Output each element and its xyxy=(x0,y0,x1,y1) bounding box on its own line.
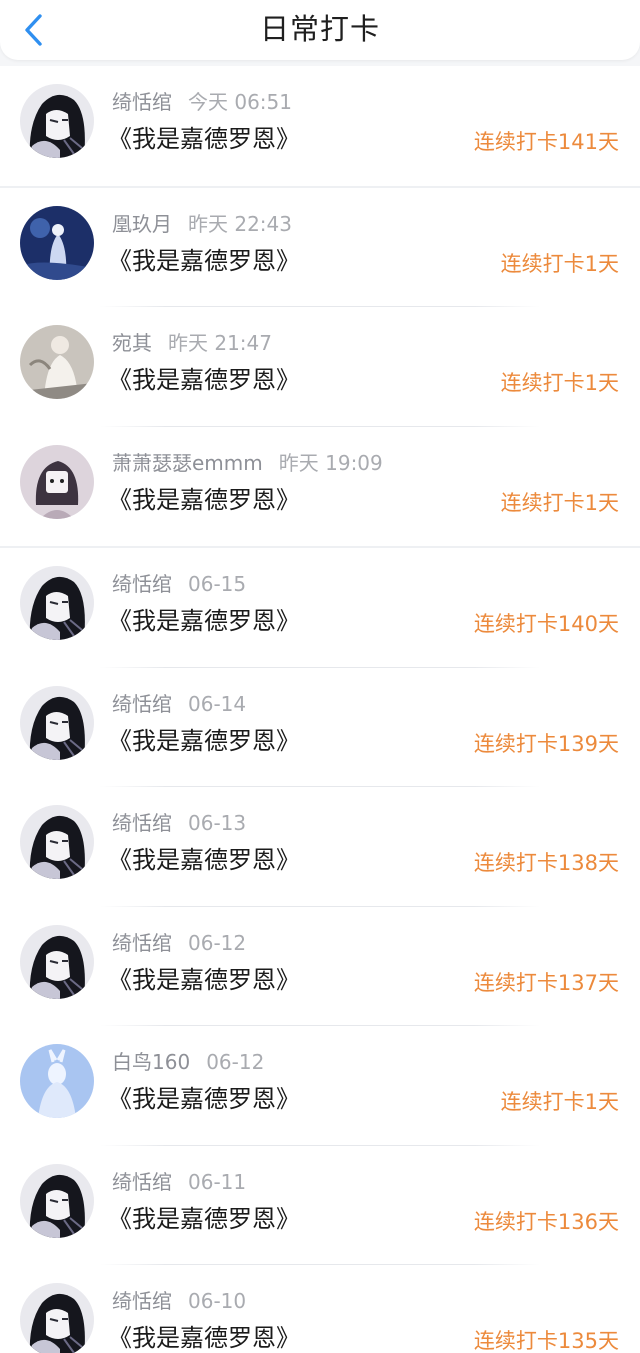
checkin-time: 今天 06:51 xyxy=(188,90,292,114)
avatar-image xyxy=(20,1163,94,1238)
checkin-list: 绮恬绾 今天 06:51 《我是嘉德罗恩》 连续打卡141天 凰玖月 昨天 22:4… xyxy=(0,66,640,1353)
checkin-time: 06-15 xyxy=(188,572,247,596)
book-title[interactable]: 《我是嘉德罗恩》 xyxy=(108,1323,300,1353)
checkin-row[interactable]: 凰玖月 昨天 22:43 《我是嘉德罗恩》 连续打卡1天 xyxy=(0,187,640,307)
checkin-meta: 绮恬绾 06-10 xyxy=(112,1289,246,1313)
streak-count: 连续打卡135天 xyxy=(473,1329,619,1353)
user-name[interactable]: 绮恬绾 xyxy=(112,931,172,955)
book-title[interactable]: 《我是嘉德罗恩》 xyxy=(108,124,300,154)
avatar-image xyxy=(20,84,94,158)
checkin-meta: 白鸟160 06-12 xyxy=(112,1050,264,1074)
streak-count: 连续打卡1天 xyxy=(500,1090,619,1114)
book-title[interactable]: 《我是嘉德罗恩》 xyxy=(108,965,300,995)
book-title[interactable]: 《我是嘉德罗恩》 xyxy=(108,1084,300,1114)
checkin-time: 昨天 21:47 xyxy=(168,331,272,355)
avatar-image xyxy=(20,444,94,519)
checkin-time: 06-12 xyxy=(206,1050,265,1074)
checkin-row[interactable]: 绮恬绾 06-12 《我是嘉德罗恩》 连续打卡137天 xyxy=(0,906,640,1026)
checkin-time: 昨天 22:43 xyxy=(188,211,292,236)
user-avatar[interactable] xyxy=(20,566,94,640)
book-title[interactable]: 《我是嘉德罗恩》 xyxy=(108,365,300,395)
top-bar: 日常打卡 xyxy=(0,0,640,60)
user-avatar[interactable] xyxy=(20,205,94,280)
checkin-meta: 绮恬绾 06-13 xyxy=(112,811,246,835)
streak-count: 连续打卡138天 xyxy=(473,851,619,875)
user-avatar[interactable] xyxy=(20,325,94,399)
avatar-image xyxy=(20,325,94,399)
checkin-meta: 绮恬绾 06-15 xyxy=(112,572,246,596)
streak-count: 连续打卡137天 xyxy=(473,970,619,995)
user-avatar[interactable] xyxy=(20,1283,94,1353)
checkin-meta: 凰玖月 昨天 22:43 xyxy=(112,212,292,236)
checkin-row[interactable]: 绮恬绾 06-13 《我是嘉德罗恩》 连续打卡138天 xyxy=(0,787,640,907)
streak-count: 连续打卡1天 xyxy=(500,251,619,276)
checkin-row[interactable]: 白鸟160 06-12 《我是嘉德罗恩》 连续打卡1天 xyxy=(0,1026,640,1146)
book-title[interactable]: 《我是嘉德罗恩》 xyxy=(108,845,300,875)
checkin-time: 06-11 xyxy=(188,1169,247,1194)
page-title: 日常打卡 xyxy=(259,12,380,46)
user-avatar[interactable] xyxy=(20,84,94,158)
user-avatar[interactable] xyxy=(20,1163,94,1238)
checkin-time: 06-10 xyxy=(188,1289,247,1313)
checkin-time: 06-12 xyxy=(188,930,247,955)
user-name[interactable]: 绮恬绾 xyxy=(112,1170,172,1194)
checkin-meta: 绮恬绾 06-14 xyxy=(112,692,246,716)
checkin-meta: 绮恬绾 今天 06:51 xyxy=(112,90,292,114)
book-title[interactable]: 《我是嘉德罗恩》 xyxy=(108,606,300,636)
user-name[interactable]: 绮恬绾 xyxy=(112,811,172,835)
book-title[interactable]: 《我是嘉德罗恩》 xyxy=(108,726,300,756)
user-avatar[interactable] xyxy=(20,1044,94,1118)
streak-count: 连续打卡136天 xyxy=(473,1209,619,1234)
checkin-row[interactable]: 绮恬绾 06-14 《我是嘉德罗恩》 连续打卡139天 xyxy=(0,667,640,787)
checkin-row[interactable]: 绮恬绾 06-15 《我是嘉德罗恩》 连续打卡140天 xyxy=(0,548,640,668)
streak-count: 连续打卡1天 xyxy=(500,371,619,395)
checkin-row[interactable]: 绮恬绾 06-10 《我是嘉德罗恩》 连续打卡135天 xyxy=(0,1265,640,1353)
avatar-image xyxy=(20,566,94,640)
user-avatar[interactable] xyxy=(20,685,94,760)
streak-count: 连续打卡1天 xyxy=(500,490,619,515)
user-avatar[interactable] xyxy=(20,444,94,519)
user-name[interactable]: 凰玖月 xyxy=(112,212,172,236)
user-name[interactable]: 绮恬绾 xyxy=(112,572,172,596)
checkin-row[interactable]: 绮恬绾 06-11 《我是嘉德罗恩》 连续打卡136天 xyxy=(0,1145,640,1265)
checkin-meta: 绮恬绾 06-12 xyxy=(112,931,246,955)
checkin-time: 06-14 xyxy=(188,691,247,716)
book-title[interactable]: 《我是嘉德罗恩》 xyxy=(108,485,300,515)
streak-count: 连续打卡139天 xyxy=(473,731,619,756)
user-name[interactable]: 白鸟160 xyxy=(112,1050,190,1074)
checkin-meta: 萧萧瑟瑟emmm 昨天 19:09 xyxy=(112,451,383,475)
app-root: 日常打卡 绮恬绾 今天 06:51 《我是嘉德罗恩》 连续打卡141天 凰玖月 昨天… xyxy=(0,0,640,1353)
user-name[interactable]: 绮恬绾 xyxy=(112,90,172,114)
user-name[interactable]: 绮恬绾 xyxy=(112,692,172,716)
user-avatar[interactable] xyxy=(20,924,94,999)
checkin-meta: 宛其 昨天 21:47 xyxy=(112,331,272,355)
user-name[interactable]: 绮恬绾 xyxy=(112,1289,172,1313)
streak-count: 连续打卡140天 xyxy=(473,612,619,636)
checkin-row[interactable]: 萧萧瑟瑟emmm 昨天 19:09 《我是嘉德罗恩》 连续打卡1天 xyxy=(0,426,640,548)
streak-count: 连续打卡141天 xyxy=(473,130,619,154)
checkin-time: 06-13 xyxy=(188,811,247,835)
checkin-time: 昨天 19:09 xyxy=(278,450,383,475)
avatar-image xyxy=(20,205,94,280)
avatar-image xyxy=(20,1044,94,1118)
user-avatar[interactable] xyxy=(20,805,94,879)
user-name[interactable]: 宛其 xyxy=(112,331,152,355)
checkin-row[interactable]: 绮恬绾 今天 06:51 《我是嘉德罗恩》 连续打卡141天 xyxy=(0,66,640,188)
user-name[interactable]: 萧萧瑟瑟emmm xyxy=(112,451,263,475)
checkin-row[interactable]: 宛其 昨天 21:47 《我是嘉德罗恩》 连续打卡1天 xyxy=(0,307,640,427)
book-title[interactable]: 《我是嘉德罗恩》 xyxy=(108,1204,300,1234)
avatar-image xyxy=(20,685,94,760)
avatar-image xyxy=(20,924,94,999)
avatar-image xyxy=(20,805,94,879)
avatar-image xyxy=(20,1283,94,1353)
checkin-meta: 绮恬绾 06-11 xyxy=(112,1170,246,1194)
book-title[interactable]: 《我是嘉德罗恩》 xyxy=(108,246,300,276)
